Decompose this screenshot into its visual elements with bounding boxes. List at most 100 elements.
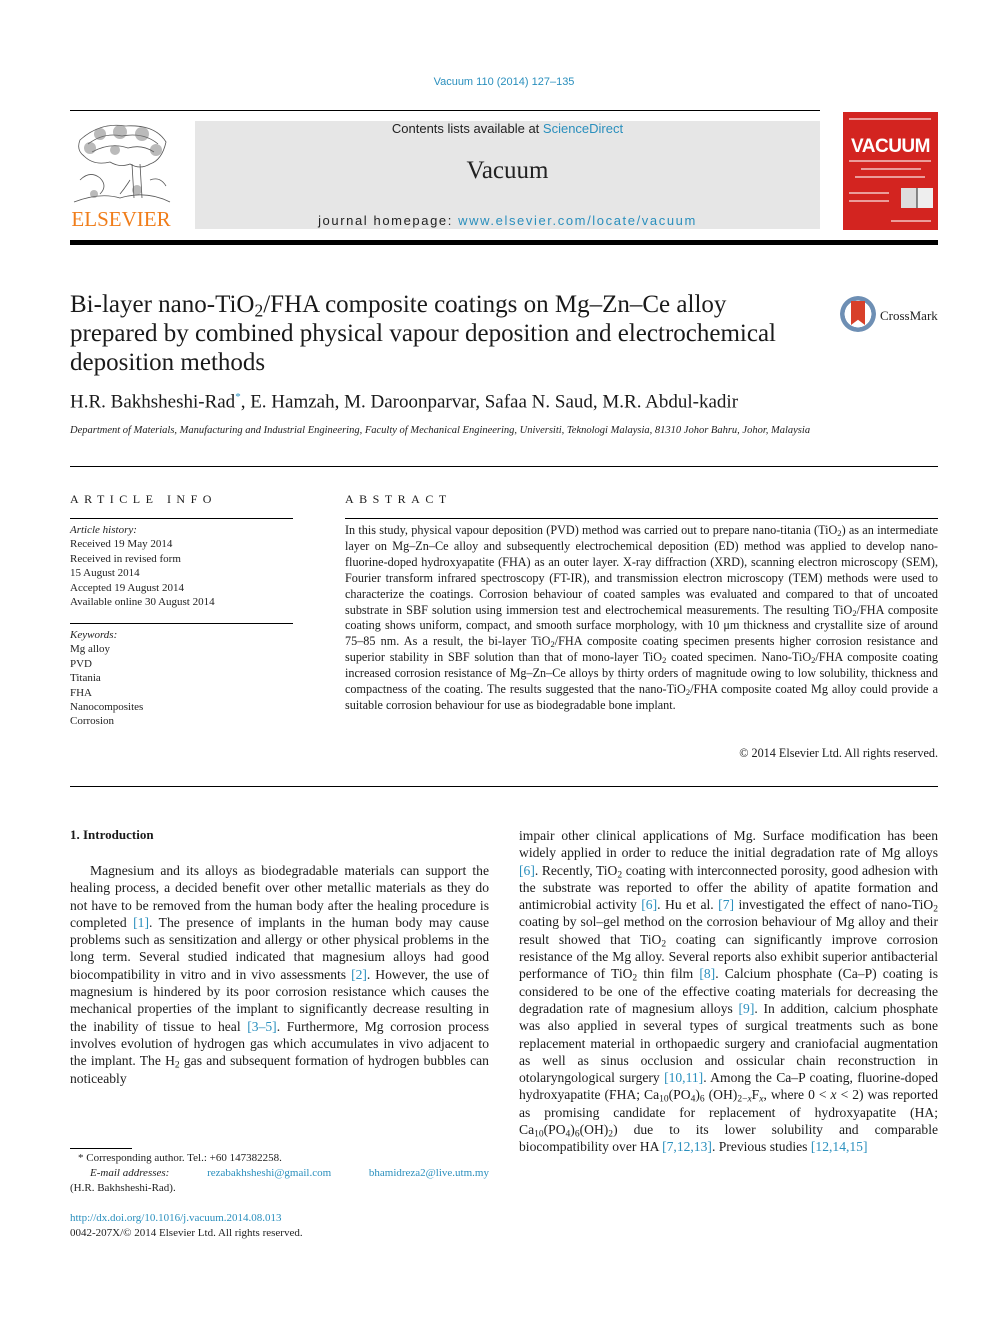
history-item: Available online 30 August 2014 xyxy=(70,596,215,609)
citation-link[interactable]: [10,11] xyxy=(664,1070,703,1085)
keyword-item: Titania xyxy=(70,672,101,685)
formula-markup: 2 xyxy=(661,939,667,950)
formula-markup: 6 xyxy=(699,1094,705,1105)
formula-markup: 2 xyxy=(632,973,638,984)
email-owner: (H.R. Bakhsheshi-Rad). xyxy=(70,1182,176,1194)
cover-decoration xyxy=(849,118,931,120)
header-bottom-rule xyxy=(70,240,938,245)
formula-markup: 2 xyxy=(662,655,667,666)
abstract-copyright: © 2014 Elsevier Ltd. All rights reserved… xyxy=(739,746,938,760)
citation-link[interactable]: [6] xyxy=(641,897,657,912)
body-column-right: impair other clinical applications of Mg… xyxy=(519,827,938,1156)
elsevier-tree-icon xyxy=(73,124,171,203)
journal-masthead: Contents lists available at ScienceDirec… xyxy=(195,121,820,229)
article-info-rule xyxy=(70,518,293,519)
cover-decoration xyxy=(849,200,889,202)
keyword-item: Mg alloy xyxy=(70,643,111,656)
cover-image xyxy=(901,188,933,208)
formula-markup: x xyxy=(759,1095,763,1105)
article-history: Article history: Received 19 May 2014 Re… xyxy=(70,523,293,609)
formula-markup: x xyxy=(830,1087,837,1103)
author-list: H.R. Bakhsheshi-Rad*, E. Hamzah, M. Daro… xyxy=(70,391,738,413)
corresponding-footnote: * Corresponding author. Tel.: +60 147382… xyxy=(78,1152,282,1164)
formula-markup: 2−x xyxy=(737,1094,752,1105)
cover-title: VACUUM xyxy=(851,136,930,157)
history-item: 15 August 2014 xyxy=(70,567,140,580)
keywords: Keywords: Mg alloy PVD Titania FHA Nanoc… xyxy=(70,628,293,729)
journal-cover-thumbnail[interactable]: VACUUM xyxy=(843,112,938,230)
abstract-rule xyxy=(345,518,938,519)
cover-decoration xyxy=(849,192,889,194)
keywords-rule xyxy=(70,623,293,624)
footnote-rule xyxy=(70,1148,132,1149)
elsevier-logo[interactable]: ELSEVIER xyxy=(70,120,172,232)
cover-decoration xyxy=(849,160,931,162)
formula-markup: 2 xyxy=(837,528,842,539)
history-item: Received in revised form xyxy=(70,552,181,565)
intro-paragraph: Magnesium and its alloys as biodegradabl… xyxy=(70,863,489,1086)
journal-homepage-link[interactable]: www.elsevier.com/locate/vacuum xyxy=(458,213,697,228)
cover-decoration xyxy=(855,176,925,178)
header-top-rule xyxy=(70,110,820,111)
formula-markup: 2 xyxy=(608,1129,614,1140)
cover-decoration xyxy=(861,168,921,170)
doi-block: http://dx.doi.org/10.1016/j.vacuum.2014.… xyxy=(70,1211,489,1241)
crossmark-label: CrossMark xyxy=(880,308,938,323)
formula-markup: 2 xyxy=(933,904,938,915)
history-item: Received 19 May 2014 xyxy=(70,538,173,551)
formula-markup: 10 xyxy=(534,1129,544,1140)
email-link-1[interactable]: rezabakhsheshi@gmail.com xyxy=(207,1166,331,1181)
citation-link[interactable]: [8] xyxy=(699,966,715,981)
keyword-item: Corrosion xyxy=(70,715,114,728)
sciencedirect-link[interactable]: ScienceDirect xyxy=(543,121,623,136)
title-bottom-rule xyxy=(70,466,938,467)
keyword-item: Nanocomposites xyxy=(70,701,144,714)
citation-link[interactable]: [2] xyxy=(351,967,367,982)
email-label: E-mail addresses: xyxy=(90,1167,170,1179)
citation-link[interactable]: [7,12,13] xyxy=(662,1139,712,1154)
formula-markup: 4 xyxy=(690,1094,696,1105)
intro-paragraph-continued: impair other clinical applications of Mg… xyxy=(519,828,939,1155)
abstract-text: In this study, physical vapour depositio… xyxy=(345,523,939,712)
history-item: Accepted 19 August 2014 xyxy=(70,581,184,594)
abstract-bottom-rule xyxy=(70,786,938,787)
article-history-label: Article history: xyxy=(70,524,137,536)
footnotes: * Corresponding author. Tel.: +60 147382… xyxy=(70,1151,489,1196)
cover-decoration xyxy=(891,220,931,222)
section-heading-introduction: 1. Introduction xyxy=(70,827,154,842)
keywords-label: Keywords: xyxy=(70,629,118,641)
citation-link[interactable]: [9] xyxy=(739,1001,755,1016)
crossmark-badge[interactable]: CrossMark xyxy=(840,296,940,336)
homepage-line: journal homepage: www.elsevier.com/locat… xyxy=(195,213,820,228)
issn-line: 0042-207X/© 2014 Elsevier Ltd. All right… xyxy=(70,1227,303,1239)
citation-link[interactable]: [3–5] xyxy=(247,1019,276,1034)
elsevier-wordmark: ELSEVIER xyxy=(71,207,171,231)
journal-name: Vacuum xyxy=(466,157,549,184)
formula-markup: 2 xyxy=(174,1060,180,1071)
contents-prefix: Contents lists available at xyxy=(391,121,543,136)
citation-link[interactable]: [6] xyxy=(519,863,535,878)
journal-citation[interactable]: Vacuum 110 (2014) 127–135 xyxy=(0,76,992,88)
formula-markup: 2 xyxy=(617,869,623,880)
article-title: Bi-layer nano-TiO2/FHA composite coating… xyxy=(70,290,790,377)
affiliation: Department of Materials, Manufacturing a… xyxy=(70,425,811,436)
formula-markup: 2 xyxy=(811,655,816,666)
formula-markup: x xyxy=(759,1094,764,1105)
formula-markup: 4 xyxy=(565,1129,571,1140)
formula-markup: 2 xyxy=(685,687,691,698)
formula-markup: 6 xyxy=(574,1129,580,1140)
email-link-2[interactable]: bhamidreza2@live.utm.my xyxy=(369,1166,489,1181)
corresponding-author: H.R. Bakhsheshi-Rad xyxy=(70,391,236,413)
article-info-heading: ARTICLE INFO xyxy=(70,492,217,506)
citation-link[interactable]: [12,14,15] xyxy=(811,1139,868,1154)
email-line: E-mail addresses: rezabakhsheshi@gmail.c… xyxy=(70,1166,489,1181)
contents-line: Contents lists available at ScienceDirec… xyxy=(195,121,820,136)
keyword-item: FHA xyxy=(70,686,93,699)
title-part: Bi-layer nano-TiO xyxy=(70,291,255,318)
doi-link[interactable]: http://dx.doi.org/10.1016/j.vacuum.2014.… xyxy=(70,1212,282,1224)
journal-citation-link[interactable]: Vacuum 110 (2014) 127–135 xyxy=(434,76,575,88)
citation-link[interactable]: [1] xyxy=(133,915,149,930)
keyword-item: PVD xyxy=(70,657,93,670)
citation-link[interactable]: [7] xyxy=(718,897,734,912)
formula-markup: x xyxy=(747,1094,752,1105)
